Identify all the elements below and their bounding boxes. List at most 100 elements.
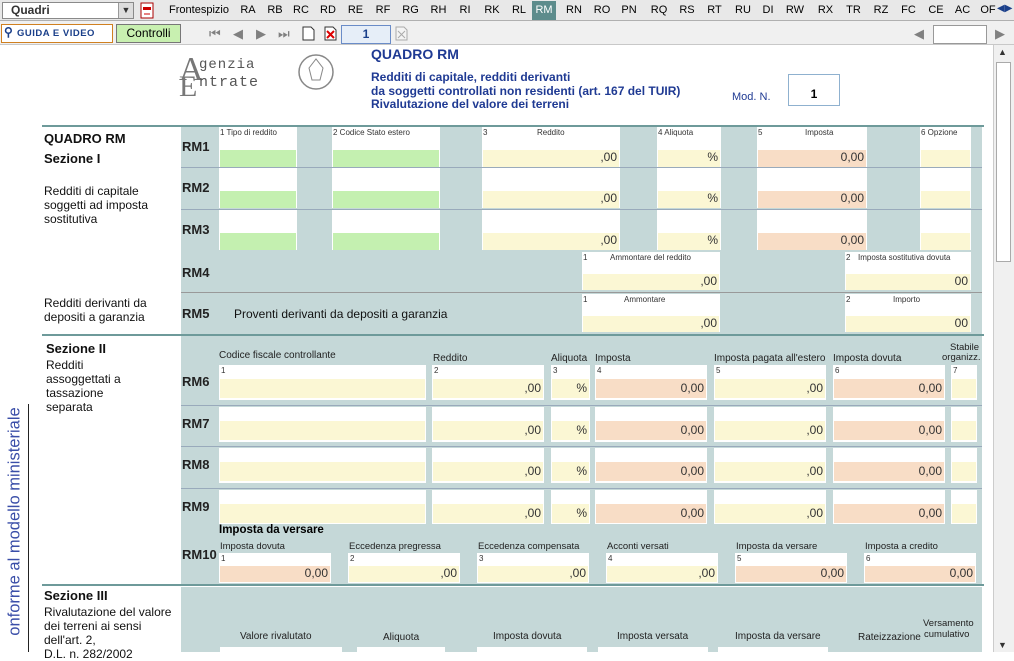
page-number-field[interactable]: 1 (341, 25, 391, 44)
rm4-tax-value[interactable]: 00 (846, 274, 970, 290)
rm5-amount-value[interactable]: ,00 (583, 316, 719, 332)
rm10-field-2[interactable]: 2,00 (348, 553, 460, 583)
rm3-opzione-field[interactable] (920, 210, 971, 250)
rm10-field-1[interactable]: 1 0,00 (219, 553, 331, 583)
rm8-estero-field[interactable]: ,00 (714, 448, 826, 483)
chevron-down-icon[interactable]: ▼ (118, 3, 133, 18)
tab-rq[interactable]: RQ (648, 1, 670, 20)
controlli-button[interactable]: Controlli (116, 24, 181, 43)
rm8-imposta-field[interactable]: 0,00 (595, 448, 707, 483)
rm1-opzione-value[interactable] (921, 150, 970, 167)
rm7-imposta-field[interactable]: 0,00 (595, 407, 707, 442)
scroll-left-icon[interactable]: ◀ (914, 27, 924, 41)
tab-rt[interactable]: RT (704, 1, 725, 20)
delete-page-icon[interactable] (324, 26, 338, 41)
rm7-aliquota-field[interactable]: % (551, 407, 590, 442)
scroll-down-icon[interactable]: ▼ (998, 640, 1007, 650)
rm8-dovuta-value[interactable]: 0,00 (834, 462, 944, 481)
tab-ru[interactable]: RU (732, 1, 754, 20)
mod-number-field[interactable]: 1 (788, 74, 840, 106)
rm5-importo-field[interactable]: 2 Importo 00 (845, 294, 971, 332)
rm10-value-6[interactable]: 0,00 (865, 566, 975, 582)
rm8-aliquota-value[interactable]: % (552, 462, 589, 481)
tab-ri[interactable]: RI (455, 1, 475, 20)
first-page-icon[interactable]: ⏮ (209, 27, 221, 41)
rm9-dovuta-field[interactable]: 0,00 (833, 490, 945, 525)
rm8-cf-value[interactable] (220, 462, 425, 481)
tab-pn[interactable]: PN (619, 1, 639, 20)
rm1-codice-stato-field[interactable]: 2 Codice Stato estero (332, 127, 440, 167)
rm10-field-3[interactable]: 3,00 (477, 553, 589, 583)
rm7-estero-value[interactable]: ,00 (715, 421, 825, 440)
rm1-imposta-value[interactable]: 0,00 (758, 150, 866, 167)
rm10-field-5[interactable]: 5 0,00 (735, 553, 847, 583)
rm3-tipo-reddito-value[interactable] (220, 233, 296, 250)
scroll-thumb[interactable] (996, 62, 1011, 262)
rm9-stabile-field[interactable] (951, 490, 977, 525)
aliquota-field[interactable] (357, 647, 445, 652)
rm9-cf-field[interactable] (219, 490, 426, 525)
tab-ra[interactable]: RA (238, 1, 258, 20)
rm2-codice-stato-value[interactable] (333, 191, 439, 208)
scroll-up-icon[interactable]: ▲ (998, 47, 1007, 57)
rm3-tipo-reddito-field[interactable] (219, 210, 297, 250)
rm8-dovuta-field[interactable]: 0,00 (833, 448, 945, 483)
tab-frontespizio[interactable]: Frontespizio (168, 1, 230, 20)
rm9-reddito-value[interactable]: ,00 (433, 504, 543, 523)
last-page-icon[interactable]: ⏭ (278, 27, 290, 41)
rm6-cf-field[interactable]: 1 (219, 365, 426, 400)
rm2-opzione-value[interactable] (921, 191, 970, 208)
tab-rl[interactable]: RL (508, 1, 530, 20)
rm8-reddito-field[interactable]: ,00 (432, 448, 544, 483)
rm3-reddito-value[interactable]: ,00 (483, 233, 619, 250)
rm6-cf-value[interactable] (220, 379, 425, 398)
rm7-cf-field[interactable] (219, 407, 426, 442)
rm6-imposta-field[interactable]: 4 0,00 (595, 365, 707, 400)
rm2-reddito-value[interactable]: ,00 (483, 191, 619, 208)
rm8-aliquota-field[interactable]: % (551, 448, 590, 483)
rm9-imposta-field[interactable]: 0,00 (595, 490, 707, 525)
tab-di[interactable]: DI (759, 1, 777, 20)
rm1-reddito-value[interactable]: ,00 (483, 150, 619, 167)
tab-rc[interactable]: RC (291, 1, 311, 20)
rm1-reddito-field[interactable]: 3 Reddito ,00 (482, 127, 620, 167)
rm5-amount-field[interactable]: 1 Ammontare ,00 (582, 294, 720, 332)
da-versare-field[interactable] (718, 647, 828, 652)
rm7-dovuta-value[interactable]: 0,00 (834, 421, 944, 440)
rm7-estero-field[interactable]: ,00 (714, 407, 826, 442)
tab-rk[interactable]: RK (481, 1, 503, 20)
rm6-aliquota-value[interactable]: % (552, 379, 589, 398)
tab-scroll-icon[interactable]: ◀▶ (997, 3, 1014, 14)
tab-rn[interactable]: RN (563, 1, 585, 20)
tab-rg[interactable]: RG (400, 1, 421, 20)
rm7-aliquota-value[interactable]: % (552, 421, 589, 440)
tab-tr[interactable]: TR (844, 1, 863, 20)
rm9-aliquota-value[interactable]: % (552, 504, 589, 523)
rm3-codice-stato-value[interactable] (333, 233, 439, 250)
rm2-imposta-value[interactable]: 0,00 (758, 191, 866, 208)
tab-ac[interactable]: AC (953, 1, 972, 20)
rm1-tipo-reddito-value[interactable] (220, 150, 296, 167)
rm7-imposta-value[interactable]: 0,00 (596, 421, 706, 440)
rm10-value-1[interactable]: 0,00 (220, 566, 330, 582)
rm6-stabile-field[interactable]: 7 (951, 365, 977, 400)
versata-field[interactable] (598, 647, 708, 652)
rm6-dovuta-value[interactable]: 0,00 (834, 379, 944, 398)
tab-rf[interactable]: RF (373, 1, 393, 20)
tab-ro[interactable]: RO (591, 1, 613, 20)
rm9-imposta-value[interactable]: 0,00 (596, 504, 706, 523)
tab-rx[interactable]: RX (815, 1, 836, 20)
rm10-value-5[interactable]: 0,00 (736, 566, 846, 582)
right-input-box[interactable] (933, 25, 987, 44)
dovuta-field[interactable] (477, 647, 587, 652)
rm10-value-2[interactable]: ,00 (349, 566, 459, 582)
rm9-reddito-field[interactable]: ,00 (432, 490, 544, 525)
rm9-aliquota-field[interactable]: % (551, 490, 590, 525)
rm7-stabile-value[interactable] (952, 421, 976, 440)
tab-rd[interactable]: RD (318, 1, 338, 20)
rm4-tax-field[interactable]: 2 Imposta sostitutiva dovuta 00 (845, 252, 971, 290)
rm9-estero-field[interactable]: ,00 (714, 490, 826, 525)
rm1-aliquota-value[interactable]: % (658, 150, 720, 167)
rm1-codice-stato-value[interactable] (333, 150, 439, 167)
rm5-importo-value[interactable]: 00 (846, 316, 970, 332)
